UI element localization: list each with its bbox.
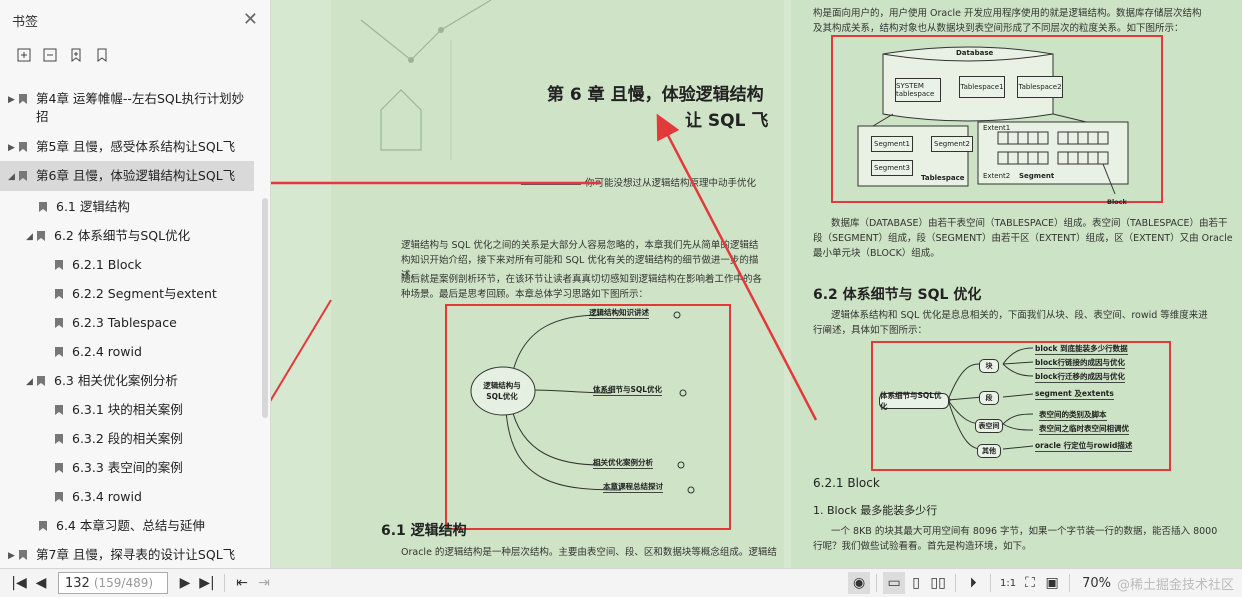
bookmark-ch6[interactable]: ◢ 第6章 且慢，体验逻辑结构让SQL飞	[0, 161, 254, 191]
bookmark-6-2-1[interactable]: 6.2.1 Block	[0, 249, 270, 278]
zoom-level[interactable]: 70%	[1082, 576, 1111, 591]
back-icon[interactable]: ⇤	[231, 572, 253, 594]
bookmark-6-4[interactable]: 6.4 本章习题、总结与延伸	[0, 510, 270, 539]
expand-arrow-icon[interactable]: ▶	[8, 91, 18, 109]
prev-page-button[interactable]: ◀	[30, 572, 52, 594]
bookmark-icon	[19, 142, 27, 152]
bookmark-6-3-2[interactable]: 6.3.2 段的相关案例	[0, 423, 270, 452]
expand-arrow-icon[interactable]: ▶	[8, 139, 18, 157]
actual-size-icon[interactable]: 1:1	[997, 572, 1019, 594]
bookmark-6-3-4[interactable]: 6.3.4 rowid	[0, 481, 270, 510]
bookmark-6-1[interactable]: 6.1 逻辑结构	[0, 191, 270, 220]
bookmark-icon	[55, 434, 63, 444]
first-page-button[interactable]: |◀	[8, 572, 30, 594]
bookmark-6-2[interactable]: ◢ 6.2 体系细节与SQL优化	[0, 220, 270, 249]
bookmark-icon	[55, 492, 63, 502]
document-viewer[interactable]: 第 6 章 且慢，体验逻辑结构 让 SQL 飞 你可能没想过从逻辑结构原理中动手…	[271, 0, 1242, 568]
bookmark-icon	[39, 521, 47, 531]
close-icon[interactable]: ✕	[243, 11, 258, 29]
bookmark-icon	[19, 171, 27, 181]
bookmark-6-2-4[interactable]: 6.2.4 rowid	[0, 336, 270, 365]
collapse-bookmark-icon[interactable]	[42, 47, 58, 63]
bookmark-6-2-3[interactable]: 6.2.3 Tablespace	[0, 307, 270, 336]
bookmark-icon	[55, 318, 63, 328]
play-icon[interactable]: ⏵	[962, 572, 984, 594]
sidebar-toolbar	[0, 40, 270, 70]
bookmark-icon	[19, 550, 27, 560]
bookmark-6-2-2[interactable]: 6.2.2 Segment与extent	[0, 278, 270, 307]
add-bookmark-icon[interactable]	[68, 47, 84, 63]
bookmark-icon	[37, 376, 45, 386]
sidebar-header: 书签 ✕	[0, 0, 270, 40]
bookmark-ch7[interactable]: ▶ 第7章 且慢，探寻表的设计让SQL飞	[0, 539, 270, 568]
single-page-icon[interactable]: ▭	[883, 572, 906, 594]
bookmark-icon	[37, 231, 45, 241]
bookmark-tree: ▶ 第4章 运筹帷幄--左右SQL执行计划妙招 ▶ 第5章 且慢，感受体系结构让…	[0, 80, 270, 568]
bottom-toolbar: |◀ ◀ 132 (159/489) ▶ ▶| ⇤ ⇥ ◉ ▭ ▯ ▯▯ ⏵ 1…	[0, 568, 1242, 597]
bookmark-ch5[interactable]: ▶ 第5章 且慢，感受体系结构让SQL飞	[0, 126, 270, 155]
bookmark-icon	[55, 289, 63, 299]
expand-arrow-icon[interactable]: ▶	[8, 547, 18, 565]
bookmark-icon	[55, 347, 63, 357]
fit-page-icon[interactable]: ⛶	[1019, 572, 1041, 594]
bookmark-icon	[55, 405, 63, 415]
bookmark-6-3[interactable]: ◢ 6.3 相关优化案例分析	[0, 365, 270, 394]
annotation-arrows	[271, 113, 818, 421]
last-page-button[interactable]: ▶|	[196, 572, 218, 594]
bookmark-icon	[19, 94, 27, 104]
sidebar-scrollbar[interactable]	[262, 198, 268, 418]
expand-bookmark-icon[interactable]	[16, 47, 32, 63]
bookmark-sidebar: 书签 ✕ ▶ 第4章 运筹帷幄--左右SQL执行计划妙招 ▶ 第5章 且慢，感受…	[0, 0, 271, 568]
bookmark-icon	[39, 202, 47, 212]
forward-icon[interactable]: ⇥	[253, 572, 275, 594]
page-number-input[interactable]: 132 (159/489)	[58, 572, 168, 594]
continuous-page-icon[interactable]: ▯	[905, 572, 927, 594]
sidebar-title: 书签	[12, 14, 39, 30]
two-page-icon[interactable]: ▯▯	[927, 572, 949, 594]
fit-width-icon[interactable]: ▣	[1041, 572, 1063, 594]
bookmark-icon	[55, 463, 63, 473]
bookmark-6-3-3[interactable]: 6.3.3 表空间的案例	[0, 452, 270, 481]
collapse-arrow-icon[interactable]: ◢	[26, 228, 36, 246]
bookmark-icon	[55, 260, 63, 270]
bookmark-6-3-1[interactable]: 6.3.1 块的相关案例	[0, 394, 270, 423]
watermark: @稀土掘金技术社区	[1116, 577, 1234, 593]
eye-icon[interactable]: ◉	[848, 572, 871, 594]
collapse-arrow-icon[interactable]: ◢	[26, 373, 36, 391]
collapse-arrow-icon[interactable]: ◢	[8, 168, 18, 186]
next-page-button[interactable]: ▶	[174, 572, 196, 594]
bookmark-icon[interactable]	[94, 47, 110, 63]
bookmark-ch4[interactable]: ▶ 第4章 运筹帷幄--左右SQL执行计划妙招	[0, 80, 270, 126]
